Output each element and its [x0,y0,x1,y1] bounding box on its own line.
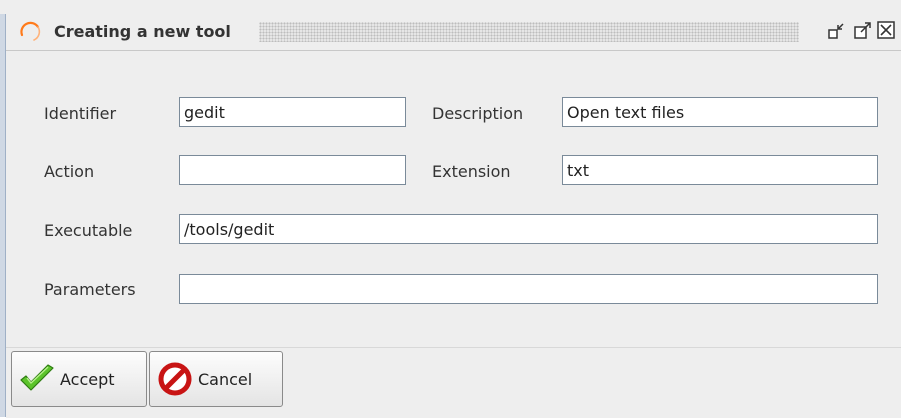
accept-button[interactable]: Accept [11,351,147,407]
description-input[interactable] [562,97,878,127]
executable-input[interactable] [179,214,878,244]
dialog-window: Creating a new tool Identifier Descripti… [0,0,901,418]
button-bar: Accept Cancel [6,347,901,418]
action-input[interactable] [179,155,406,185]
executable-label: Executable [44,221,133,240]
parameters-input[interactable] [179,274,878,304]
maximize-window-icon[interactable] [852,20,874,42]
window-title: Creating a new tool [54,22,231,41]
spinner-arc-icon [20,21,41,41]
identifier-input[interactable] [179,97,406,127]
title-bar-drag-area[interactable] [259,22,799,42]
close-window-icon[interactable] [876,20,898,42]
checkmark-icon [20,364,54,391]
form-panel: Identifier Description Action Extension … [6,51,901,347]
title-bar[interactable]: Creating a new tool [6,14,901,51]
description-label: Description [432,104,524,123]
cancel-button-label: Cancel [198,369,253,389]
minimize-window-icon[interactable] [826,20,848,42]
identifier-label: Identifier [44,104,117,123]
extension-label: Extension [432,162,511,181]
accept-button-label: Accept [60,369,115,389]
cancel-button[interactable]: Cancel [149,351,283,407]
action-label: Action [44,162,95,181]
prohibited-icon [158,362,192,396]
extension-input[interactable] [562,155,878,185]
parameters-label: Parameters [44,280,136,299]
